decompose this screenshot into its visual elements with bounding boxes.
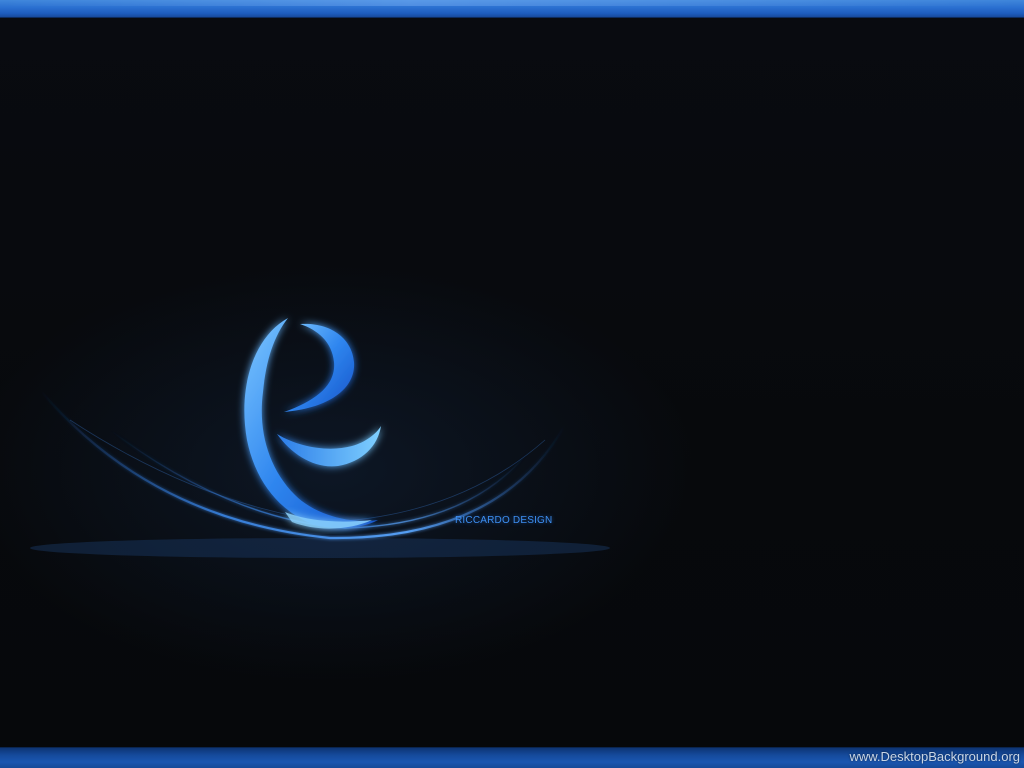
credit-label: RICCARDO DESIGN xyxy=(455,515,553,526)
e-upper-hook xyxy=(284,323,355,412)
desktop-wallpaper: RICCARDO DESIGN www.DesktopBackground.or… xyxy=(0,0,1024,768)
stylized-letter-e-icon xyxy=(30,318,610,558)
e-middle-tail xyxy=(277,426,381,467)
e-spine-ribbon xyxy=(244,318,378,529)
watermark-text: www.DesktopBackground.org xyxy=(849,749,1020,764)
horizon-glow xyxy=(30,538,610,558)
